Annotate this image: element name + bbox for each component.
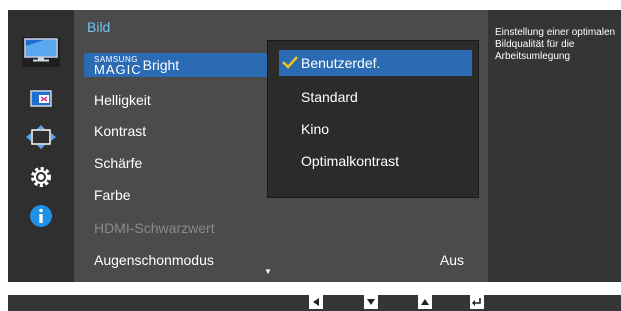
menu-item-label: Farbe bbox=[94, 187, 131, 203]
sidebar-item-information[interactable] bbox=[22, 203, 60, 233]
menu-item-label: Kontrast bbox=[94, 123, 147, 139]
sidebar-item-onscreen-display[interactable] bbox=[22, 86, 60, 116]
submenu-option-label: Optimalkontrast bbox=[301, 153, 400, 169]
left-arrow-key-icon[interactable] bbox=[309, 295, 323, 309]
up-arrow-key-icon[interactable] bbox=[418, 295, 432, 309]
samsung-magic-brand: SAMSUNG MAGIC bbox=[94, 55, 142, 77]
menu-item-label: Augenschonmodus bbox=[94, 252, 214, 268]
color-screen-icon bbox=[30, 89, 52, 113]
submenu-option-benutzerdef[interactable]: Benutzerdef. bbox=[279, 50, 472, 76]
resize-icon bbox=[26, 124, 56, 154]
osd-window: Bild SAMSUNG MAGIC Bright Helligkeit Kon… bbox=[8, 10, 621, 282]
sidebar bbox=[8, 10, 74, 282]
sidebar-item-size-position[interactable] bbox=[22, 124, 60, 154]
menu-item-label: Helligkeit bbox=[94, 92, 151, 108]
menu-item-label: Schärfe bbox=[94, 155, 143, 171]
key-guide-bar bbox=[8, 295, 621, 311]
submenu-option-kino[interactable]: Kino bbox=[279, 116, 472, 142]
brand-magic-text: MAGIC bbox=[94, 62, 142, 77]
menu-item-value: Aus bbox=[439, 252, 464, 268]
down-arrow-key-icon[interactable] bbox=[364, 295, 378, 309]
gear-icon bbox=[29, 165, 53, 194]
checkmark-icon bbox=[282, 55, 298, 72]
panel-title: Bild bbox=[87, 19, 111, 35]
menu-item-label: HDMI-Schwarzwert bbox=[94, 220, 215, 236]
scroll-down-indicator[interactable]: ▼ bbox=[264, 267, 272, 276]
magic-bright-submenu: Benutzerdef. Standard Kino Optimalkontra… bbox=[267, 40, 479, 198]
menu-item-label: Bright bbox=[142, 57, 180, 73]
enter-key-icon[interactable] bbox=[470, 295, 484, 309]
menu-item-augenschonmodus[interactable]: Augenschonmodus Aus bbox=[84, 248, 474, 272]
submenu-option-label: Kino bbox=[301, 121, 330, 137]
sidebar-item-picture[interactable] bbox=[22, 37, 60, 67]
sidebar-item-system[interactable] bbox=[22, 164, 60, 194]
picture-icon bbox=[24, 37, 58, 67]
submenu-option-label: Benutzerdef. bbox=[301, 55, 381, 71]
submenu-option-label: Standard bbox=[301, 89, 358, 105]
submenu-option-optimalkontrast[interactable]: Optimalkontrast bbox=[279, 148, 472, 174]
submenu-option-standard[interactable]: Standard bbox=[279, 84, 472, 110]
info-icon bbox=[29, 204, 53, 233]
help-text: Einstellung einer optimalen Bildqualität… bbox=[495, 27, 616, 62]
menu-item-hdmi-schwarzwert: HDMI-Schwarzwert bbox=[84, 216, 474, 240]
